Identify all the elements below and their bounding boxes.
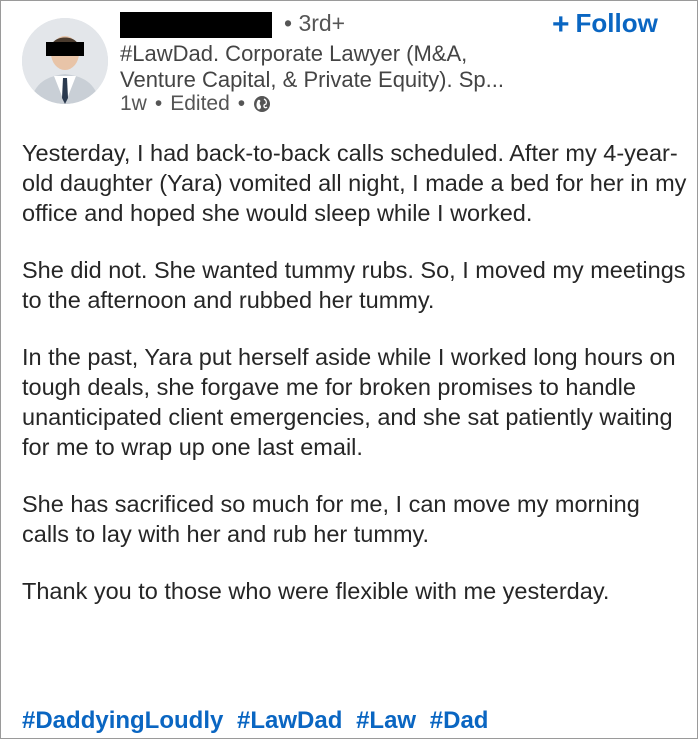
post-paragraph: Yesterday, I had back-to-back calls sche… bbox=[22, 140, 687, 226]
plus-icon: + bbox=[552, 8, 570, 41]
hashtag-link[interactable]: #Law bbox=[356, 707, 416, 734]
post-paragraph: In the past, Yara put herself aside whil… bbox=[22, 344, 676, 460]
headline-line: Venture Capital, & Private Equity). Sp..… bbox=[120, 67, 504, 92]
author-headline[interactable]: #LawDad. Corporate Lawyer (M&A, Venture … bbox=[120, 41, 560, 93]
follow-button[interactable]: + Follow bbox=[552, 8, 658, 42]
author-avatar[interactable] bbox=[22, 18, 108, 104]
post-meta: 1w • Edited • bbox=[120, 92, 271, 116]
headline-line: #LawDad. Corporate Lawyer (M&A, bbox=[120, 41, 468, 66]
follow-label: Follow bbox=[575, 8, 658, 38]
globe-icon bbox=[254, 96, 271, 112]
post-time: 1w bbox=[120, 92, 147, 115]
post-paragraph: She has sacrificed so much for me, I can… bbox=[22, 491, 640, 547]
post-paragraph: Thank you to those who were flexible wit… bbox=[22, 578, 610, 604]
hashtag-link[interactable]: #DaddyingLoudly bbox=[22, 707, 223, 734]
meta-separator: • bbox=[237, 92, 246, 115]
connection-degree: • 3rd+ bbox=[284, 10, 346, 36]
hashtags: #DaddyingLoudly #LawDad #Law #Dad bbox=[22, 707, 495, 735]
post-body: Yesterday, I had back-to-back calls sche… bbox=[22, 138, 687, 633]
post-paragraph: She did not. She wanted tummy rubs. So, … bbox=[22, 257, 686, 313]
avatar-photo bbox=[22, 18, 108, 104]
meta-separator: • bbox=[154, 92, 163, 115]
hashtag-link[interactable]: #Dad bbox=[430, 707, 489, 734]
edited-label: Edited bbox=[170, 92, 230, 115]
redacted-author-name bbox=[120, 12, 272, 38]
hashtag-link[interactable]: #LawDad bbox=[237, 707, 342, 734]
